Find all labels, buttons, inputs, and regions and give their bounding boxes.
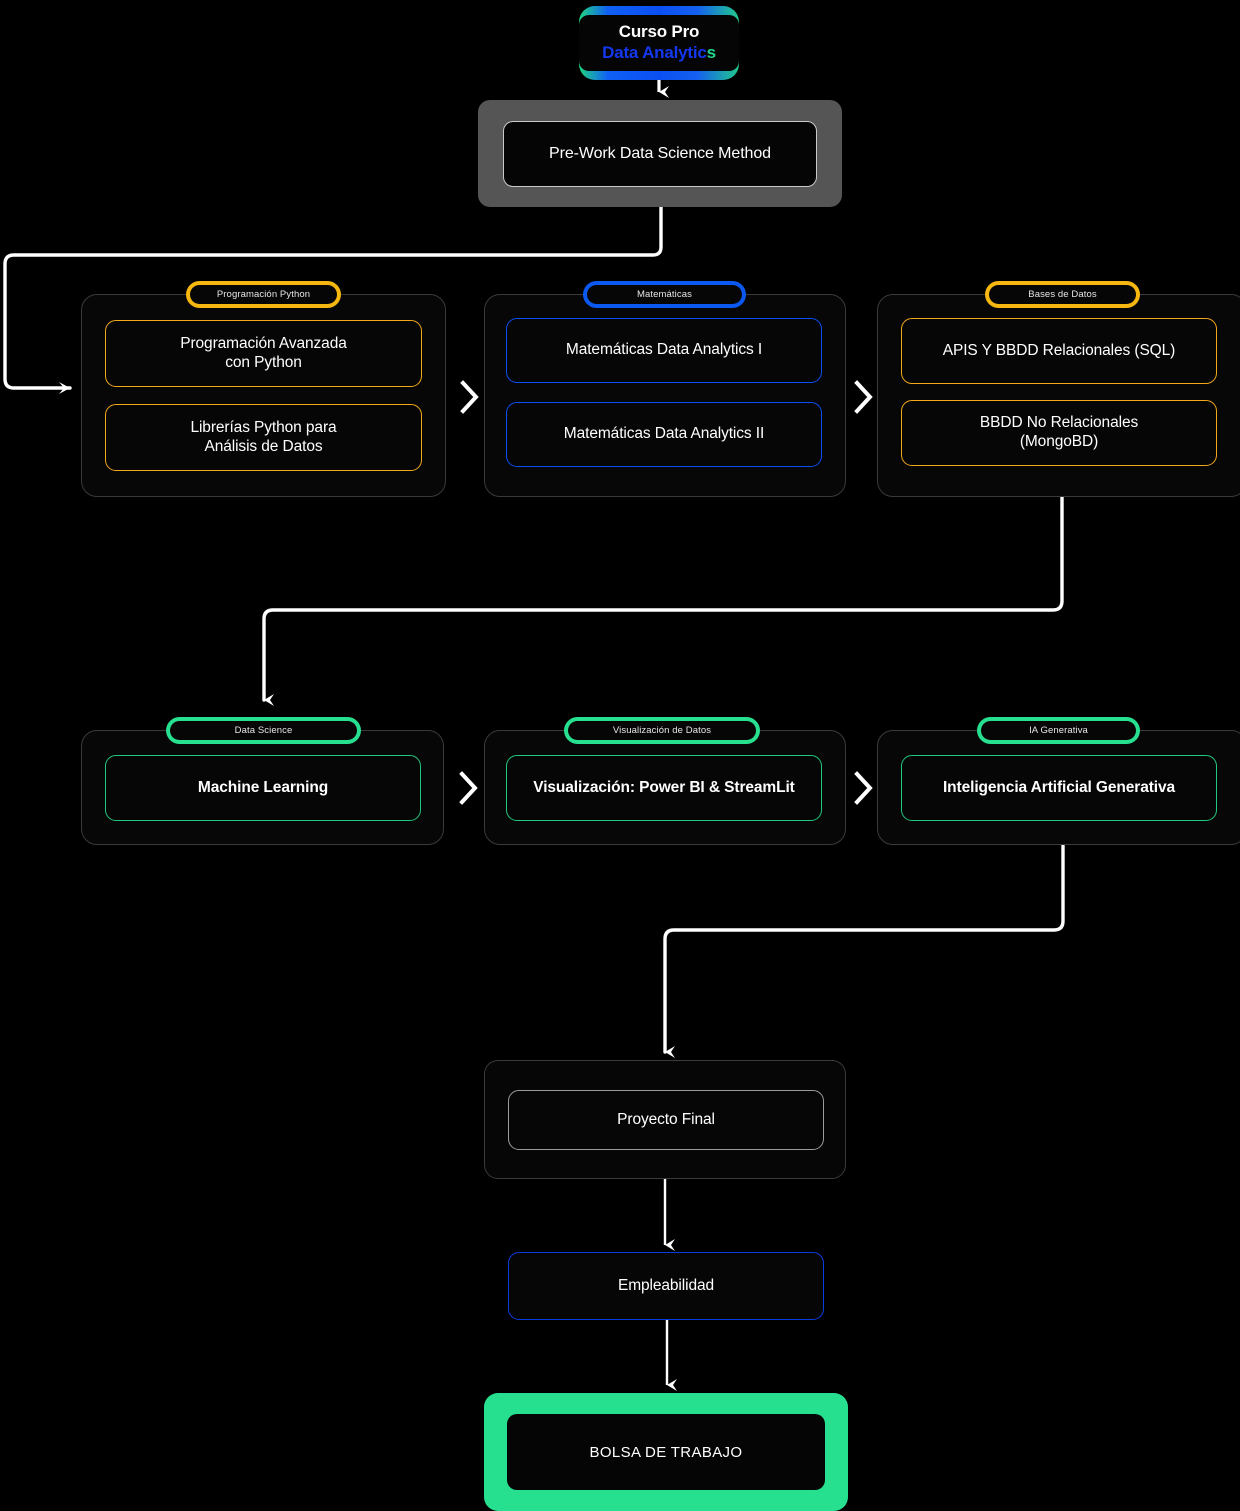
chevron-right-icon (458, 771, 480, 805)
badge-bases-de-datos: Bases de Datos (985, 281, 1140, 308)
badge-programacion-python-label: Programación Python (190, 285, 337, 304)
hero-title-line2-main: Data Analytic (602, 43, 707, 62)
card-matematicas-i[interactable]: Matemáticas Data Analytics I (506, 318, 822, 383)
card-visualizacion-powerbi-streamlit[interactable]: Visualización: Power BI & StreamLit (506, 755, 822, 821)
connector-row2-to-proyecto (663, 844, 1065, 1058)
card-librerias-python[interactable]: Librerías Python para Análisis de Datos (105, 404, 422, 471)
card-line-1: Librerías Python para (190, 418, 337, 436)
badge-matematicas-label: Matemáticas (587, 285, 742, 304)
card-line-2: (MongoBD) (1019, 433, 1099, 450)
card-empleabilidad[interactable]: Empleabilidad (508, 1252, 824, 1320)
hero-badge: Curso Pro Data Analytics (579, 6, 739, 80)
card-librerias-python-text: Librerías Python para Análisis de Datos (190, 419, 336, 457)
chevron-right-icon (853, 380, 875, 414)
card-line-1: BBDD No Relacionales (979, 414, 1139, 432)
card-matematicas-ii[interactable]: Matemáticas Data Analytics II (506, 402, 822, 467)
card-apis-bbdd-sql[interactable]: APIS Y BBDD Relacionales (SQL) (901, 318, 1217, 384)
roadmap-diagram: Curso Pro Data Analytics Pre-Work Data S… (0, 0, 1240, 1511)
chevron-right-icon (853, 771, 875, 805)
hero-title-line1: Curso Pro (618, 22, 700, 42)
prework-frame: Pre-Work Data Science Method (478, 100, 842, 207)
badge-data-science: Data Science (166, 717, 361, 744)
card-line-1: Programación Avanzada (180, 334, 347, 352)
badge-bases-de-datos-label: Bases de Datos (989, 285, 1136, 304)
card-line-2: con Python (225, 353, 302, 371)
badge-ia-generativa: IA Generativa (977, 717, 1140, 744)
card-inteligencia-artificial-generativa[interactable]: Inteligencia Artificial Generativa (901, 755, 1217, 821)
card-programacion-avanzada-text: Programación Avanzada con Python (180, 335, 347, 373)
hero-badge-inner: Curso Pro Data Analytics (579, 15, 739, 71)
card-bbdd-no-relacionales-text: BBDD No Relacionales (MongoBD) (980, 414, 1138, 452)
badge-data-science-label: Data Science (170, 721, 357, 740)
card-machine-learning[interactable]: Machine Learning (105, 755, 421, 821)
card-proyecto-final[interactable]: Proyecto Final (508, 1090, 824, 1150)
prework-card[interactable]: Pre-Work Data Science Method (503, 120, 817, 187)
card-bbdd-no-relacionales[interactable]: BBDD No Relacionales (MongoBD) (901, 400, 1217, 466)
card-bolsa-de-trabajo[interactable]: BOLSA DE TRABAJO (507, 1414, 825, 1490)
badge-ia-generativa-label: IA Generativa (981, 721, 1136, 740)
card-programacion-avanzada[interactable]: Programación Avanzada con Python (105, 320, 422, 387)
card-line-2: Análisis de Datos (204, 437, 323, 455)
hero-title-line2: Data Analytics (602, 43, 716, 64)
badge-matematicas: Matemáticas (583, 281, 746, 308)
badge-visualizacion-de-datos: Visualización de Datos (564, 717, 760, 744)
hero-title-line2-tail: s (706, 43, 716, 62)
badge-programacion-python: Programación Python (186, 281, 341, 308)
group-bolsa-de-trabajo: BOLSA DE TRABAJO (484, 1393, 848, 1511)
connector-row1-to-row2 (262, 495, 1064, 706)
chevron-right-icon (459, 380, 481, 414)
badge-visualizacion-de-datos-label: Visualización de Datos (568, 721, 756, 740)
